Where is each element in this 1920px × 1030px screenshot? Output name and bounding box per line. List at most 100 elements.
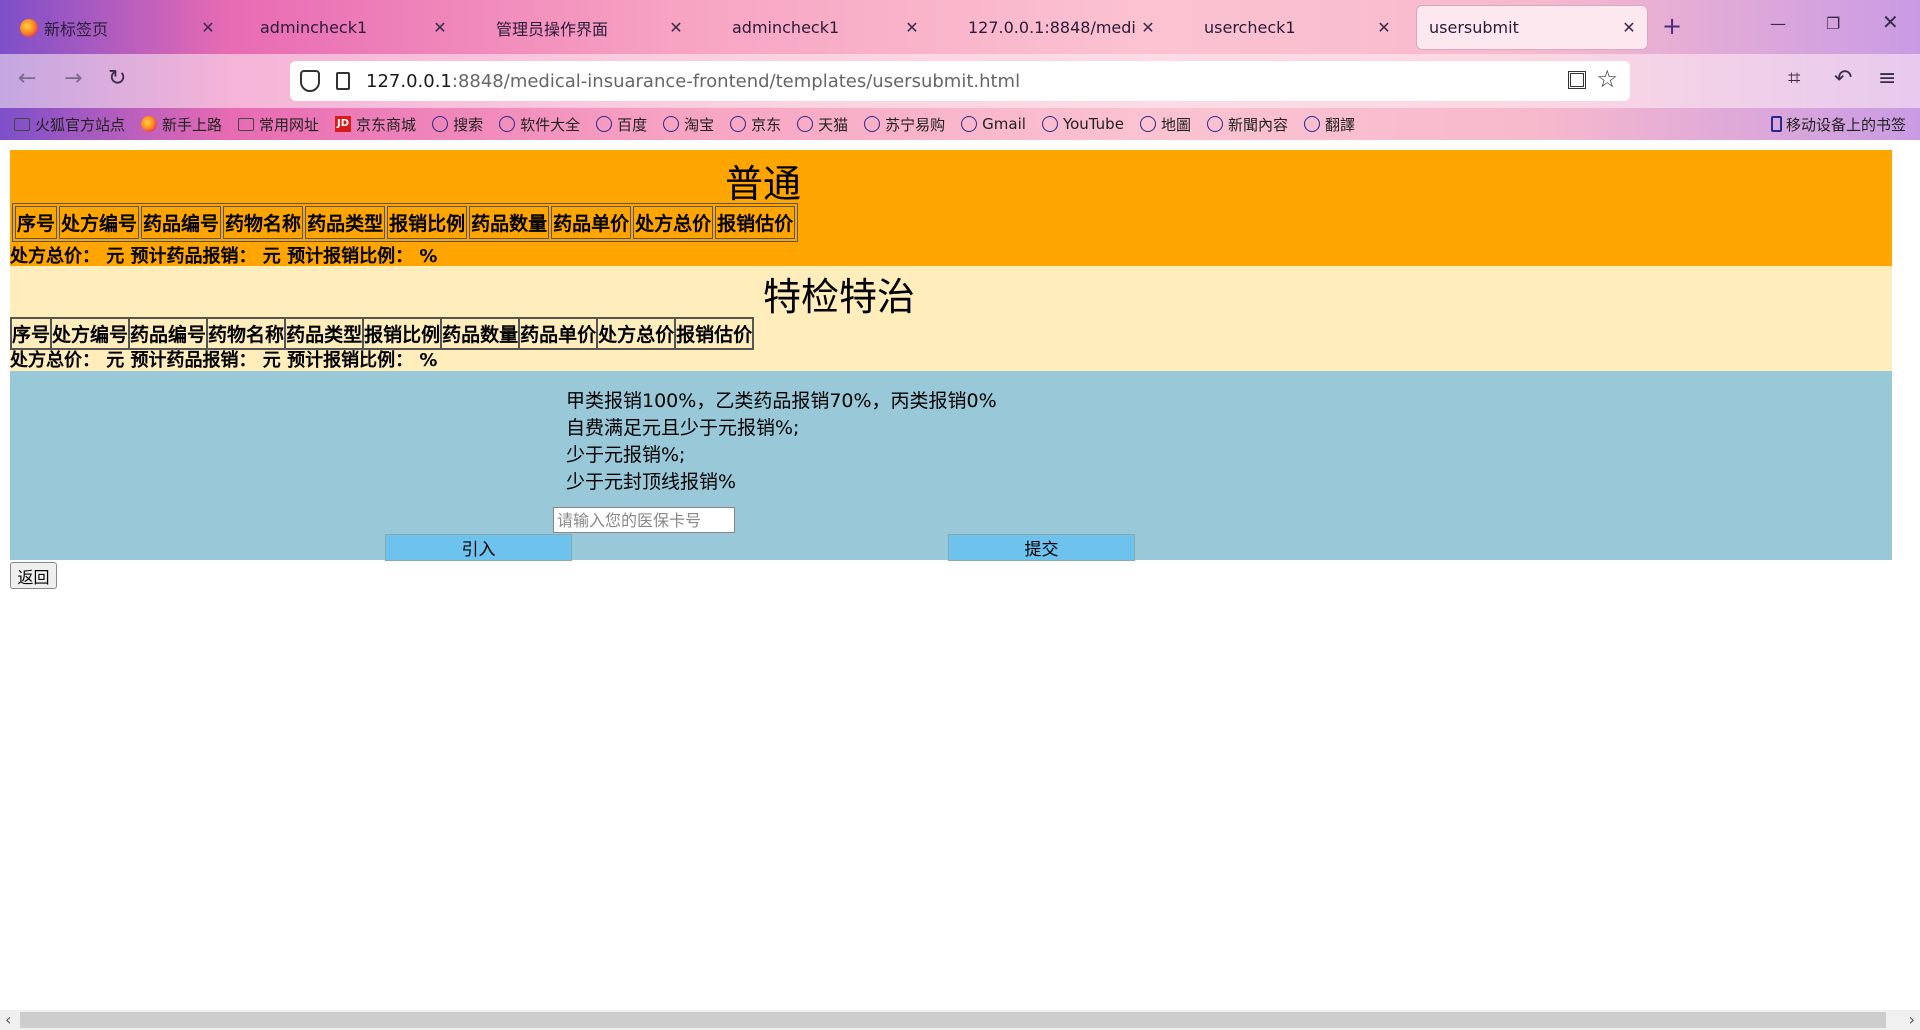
bookmark-item[interactable]: 软件大全: [499, 114, 580, 135]
table-header: 药物名称: [223, 206, 304, 239]
browser-chrome: 新标签页 ✕ admincheck1 ✕ 管理员操作界面 ✕ adminchec…: [0, 0, 1920, 140]
tab-title: usersubmit: [1429, 18, 1519, 37]
reload-icon[interactable]: ↻: [108, 66, 126, 91]
tab-title: admincheck1: [260, 18, 368, 37]
horizontal-scrollbar[interactable]: ‹ ›: [0, 1010, 1920, 1030]
globe-icon: [1139, 116, 1156, 132]
table-header: 药品单价: [551, 206, 632, 239]
table-header: 处方编号: [59, 206, 140, 239]
bookmark-item[interactable]: 火狐官方站点: [14, 114, 125, 135]
bookmark-item[interactable]: JD 京东商城: [335, 114, 416, 135]
tab-admincheck1[interactable]: admincheck1 ✕: [236, 5, 458, 50]
close-icon[interactable]: ✕: [900, 18, 924, 37]
tab-medical[interactable]: 127.0.0.1:8848/medical-ins ✕: [944, 5, 1166, 50]
firefox-icon: [141, 116, 158, 132]
mobile-bookmarks[interactable]: 移动设备上的书签: [1770, 108, 1906, 140]
rule-line: 少于元封顶线报销%: [566, 471, 737, 493]
normal-table: 序号 处方编号 药品编号 药物名称 药品类型 报销比例 药品数量 药品单价 处方…: [12, 203, 799, 242]
submit-button[interactable]: 提交: [948, 534, 1135, 561]
forward-arrow-icon[interactable]: →: [64, 66, 82, 91]
close-icon[interactable]: ✕: [1136, 18, 1160, 37]
new-tab-button[interactable]: +: [1662, 12, 1682, 40]
phone-icon: [1770, 116, 1782, 132]
menu-icon[interactable]: ≡: [1878, 66, 1896, 91]
table-header: 药品单价: [519, 318, 598, 349]
tab-new[interactable]: 新标签页 ✕: [8, 5, 226, 50]
restore-icon[interactable]: ❐: [1826, 14, 1840, 33]
scroll-left-icon[interactable]: ‹: [5, 1010, 11, 1029]
bookmark-item[interactable]: 百度: [596, 114, 647, 135]
insurance-card-input[interactable]: [553, 507, 735, 533]
globe-icon: [596, 116, 613, 132]
bookmark-item[interactable]: 苏宁易购: [864, 114, 945, 135]
globe-icon: [1041, 116, 1058, 132]
bookmark-item[interactable]: YouTube: [1041, 115, 1124, 133]
tab-usersubmit[interactable]: usersubmit ✕: [1416, 5, 1648, 50]
globe-icon: [961, 116, 978, 132]
tab-title: usercheck1: [1204, 18, 1296, 37]
import-button[interactable]: 引入: [385, 534, 572, 561]
bookmark-item[interactable]: Gmail: [961, 115, 1026, 133]
globe-icon: [432, 116, 449, 132]
qr-code-icon[interactable]: [1568, 71, 1586, 89]
bookmark-star-icon[interactable]: ☆: [1596, 65, 1618, 93]
table-header: 药品类型: [305, 206, 386, 239]
table-header: 处方编号: [51, 318, 130, 349]
close-icon[interactable]: ✕: [196, 18, 220, 37]
tab-title: admincheck1: [732, 18, 840, 37]
undo-icon[interactable]: ↶: [1834, 66, 1852, 91]
screenshot-icon[interactable]: ⌗: [1788, 66, 1800, 91]
back-button[interactable]: 返回: [10, 562, 57, 589]
navigation-bar: ← → ↻ 127.0.0.1:8848/medical-insuarance-…: [0, 54, 1920, 108]
tab-title: 新标签页: [44, 19, 109, 39]
minimize-icon[interactable]: —: [1770, 14, 1786, 33]
table-header: 报销比例: [387, 206, 468, 239]
table-header: 处方总价: [633, 206, 714, 239]
close-icon[interactable]: ✕: [1372, 18, 1396, 37]
close-icon[interactable]: ✕: [664, 18, 688, 37]
table-header: 药物名称: [207, 318, 286, 349]
scroll-right-icon[interactable]: ›: [1909, 1010, 1915, 1029]
folder-icon: [238, 117, 255, 131]
page-icon: [336, 72, 350, 90]
bookmark-item[interactable]: 新手上路: [141, 114, 222, 135]
tab-usercheck1[interactable]: usercheck1 ✕: [1180, 5, 1402, 50]
globe-icon: [864, 116, 881, 132]
url-text[interactable]: 127.0.0.1:8848/medical-insuarance-fronte…: [366, 71, 1020, 92]
bookmark-item[interactable]: 京东: [730, 114, 781, 135]
bookmark-item[interactable]: 地圖: [1139, 114, 1191, 135]
bookmark-item[interactable]: 新聞內容: [1206, 114, 1288, 135]
firefox-icon: [20, 18, 38, 37]
window-close-icon[interactable]: ✕: [1882, 10, 1899, 34]
bookmark-item[interactable]: 搜索: [432, 114, 483, 135]
globe-icon: [730, 116, 747, 132]
rule-line: 甲类报销100%，乙类药品报销70%，丙类报销0%: [566, 390, 997, 412]
back-arrow-icon[interactable]: ←: [18, 66, 36, 91]
bookmark-item[interactable]: 淘宝: [663, 114, 714, 135]
table-header: 处方总价: [597, 318, 676, 349]
table-header: 序号: [15, 206, 58, 239]
normal-section: 普通 序号 处方编号 药品编号 药物名称 药品类型 报销比例 药品数量 药品单价…: [10, 150, 1892, 267]
scrollbar-thumb[interactable]: [20, 1012, 1886, 1028]
url-path: :8848/medical-insuarance-frontend/templa…: [451, 70, 1021, 92]
table-header: 药品数量: [469, 206, 550, 239]
bookmark-item[interactable]: 天猫: [797, 114, 848, 135]
table-header: 药品类型: [285, 318, 364, 349]
special-section: 特检特治 序号 处方编号 药品编号 药物名称 药品类型 报销比例 药品数量 药品…: [10, 266, 1892, 371]
rule-line: 少于元报销%;: [566, 444, 686, 466]
globe-icon: [1206, 116, 1223, 132]
tab-admincheck1-2[interactable]: admincheck1 ✕: [708, 5, 930, 50]
page-content: 普通 序号 处方编号 药品编号 药物名称 药品类型 报销比例 药品数量 药品单价…: [0, 140, 1920, 1010]
close-icon[interactable]: ✕: [428, 18, 452, 37]
tab-admin-panel[interactable]: 管理员操作界面 ✕: [472, 5, 694, 50]
bookmarks-bar: 火狐官方站点 新手上路 常用网址 JD 京东商城 搜索 软件大全 百度 淘宝 京东…: [0, 108, 1920, 140]
folder-icon: [14, 117, 30, 131]
address-bar[interactable]: 127.0.0.1:8848/medical-insuarance-fronte…: [290, 61, 1630, 101]
shield-icon[interactable]: [300, 70, 320, 92]
bookmark-item[interactable]: 翻譯: [1303, 114, 1355, 135]
table-header: 药品数量: [441, 318, 520, 349]
special-summary: 处方总价： 元 预计药品报销： 元 预计报销比例： %: [10, 350, 438, 371]
bookmark-item[interactable]: 常用网址: [238, 114, 319, 135]
close-icon[interactable]: ✕: [1617, 18, 1641, 37]
table-header: 序号: [11, 318, 52, 349]
